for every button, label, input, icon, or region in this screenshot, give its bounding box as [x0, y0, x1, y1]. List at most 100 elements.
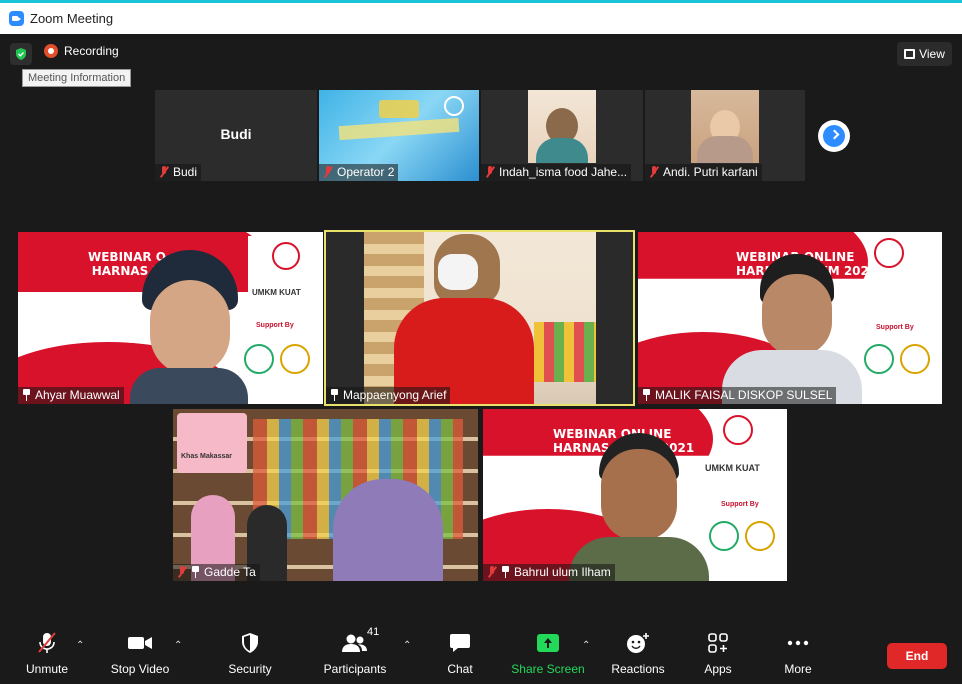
logo-graphic	[444, 96, 464, 116]
video-tile-ahyar[interactable]: WEBINAR O HARNAS U UMKM KUAT Support By A…	[18, 232, 323, 404]
person-silhouette	[697, 136, 753, 163]
arrow-up-icon	[537, 634, 559, 652]
video-tile-indah[interactable]: Indah_isma food Jahe...	[481, 90, 643, 181]
participant-label: Indah_isma food Jahe...	[481, 164, 632, 181]
reaction-emoji-icon	[626, 630, 650, 656]
chat-label: Chat	[447, 662, 473, 676]
participant-label: Andi. Putri karfani	[645, 164, 762, 181]
participants-icon: 41	[341, 626, 379, 656]
security-label: Security	[228, 662, 272, 676]
umkm-text: UMKM KUAT	[705, 463, 760, 473]
meeting-stage: Recording Meeting Information View Budi …	[0, 34, 962, 684]
participant-name: Indah_isma food Jahe...	[499, 165, 628, 179]
video-tile-andi[interactable]: Andi. Putri karfani	[645, 90, 805, 181]
reactions-button[interactable]: Reactions	[608, 622, 668, 684]
record-icon	[44, 44, 58, 58]
participant-name: MALIK FAISAL DISKOP SULSEL	[655, 388, 833, 402]
camera-feed	[364, 232, 596, 404]
person-silhouette	[762, 274, 832, 356]
stop-video-label: Stop Video	[110, 662, 170, 676]
banner-graphic	[379, 100, 419, 118]
stop-video-button[interactable]: Stop Video	[106, 622, 174, 684]
support-text: Support By	[721, 501, 759, 508]
sponsor-logo	[900, 344, 930, 374]
view-button[interactable]: View	[897, 42, 952, 66]
camera-feed	[130, 250, 248, 404]
title-bar: Zoom Meeting	[0, 3, 962, 34]
mic-muted-icon	[159, 166, 169, 178]
grid-view-icon	[904, 49, 916, 59]
mic-muted-icon	[485, 166, 495, 178]
meeting-toolbar: Unmute ⌃ Stop Video ⌃ Security 41 Partic…	[0, 622, 962, 684]
participant-name-center: Budi	[220, 126, 252, 142]
more-button[interactable]: More	[780, 622, 816, 684]
logo-area: UMKM KUAT	[248, 236, 323, 306]
camera-feed	[569, 433, 709, 581]
video-tile-gadde[interactable]: Khas Makassar Gadde Ta	[173, 409, 478, 581]
camera-feed	[528, 90, 596, 163]
meeting-info-button[interactable]	[10, 43, 32, 65]
apps-icon	[708, 630, 728, 656]
support-text: Support By	[256, 322, 294, 329]
apps-label: Apps	[704, 662, 732, 676]
share-screen-icon	[537, 630, 559, 656]
participant-label: Operator 2	[319, 164, 399, 181]
support-text: Support By	[876, 324, 914, 331]
person-silhouette	[536, 138, 588, 163]
view-label: View	[919, 47, 945, 61]
chevron-up-icon[interactable]: ⌃	[582, 640, 590, 651]
end-meeting-button[interactable]: End	[887, 643, 947, 669]
share-screen-button[interactable]: Share Screen	[510, 622, 586, 684]
apps-button[interactable]: Apps	[700, 622, 736, 684]
window-title: Zoom Meeting	[30, 11, 114, 26]
chevron-right-icon	[829, 129, 840, 140]
person-silhouette	[601, 449, 677, 541]
chevron-up-icon[interactable]: ⌃	[174, 640, 182, 651]
sponsor-logo	[244, 344, 274, 374]
mic-muted-icon	[177, 566, 187, 578]
chat-icon	[449, 630, 471, 656]
unmute-button[interactable]: Unmute	[20, 622, 74, 684]
participant-name: Andi. Putri karfani	[663, 165, 758, 179]
participant-label: Ahyar Muawwal	[18, 387, 124, 404]
person-silhouette	[130, 368, 248, 404]
participant-label: MALIK FAISAL DISKOP SULSEL	[638, 387, 837, 404]
security-button[interactable]: Security	[222, 622, 278, 684]
participant-label: Budi	[155, 164, 202, 181]
pin-icon	[330, 389, 339, 401]
video-tile-operator-2[interactable]: Operator 2	[319, 90, 479, 181]
sponsor-logo	[280, 344, 310, 374]
participant-label: Bahrul ulum Ilham	[483, 564, 615, 581]
meeting-info-tooltip: Meeting Information	[22, 69, 132, 87]
chat-button[interactable]: Chat	[440, 622, 480, 684]
person-silhouette	[150, 280, 230, 375]
participants-label: Participants	[323, 662, 387, 676]
video-tile-bahrul[interactable]: WEBINAR ONLINEHARNAS UMKM 2021 UMKM KUAT…	[483, 409, 787, 581]
more-dots-icon	[787, 630, 809, 656]
participant-name: Budi	[173, 165, 198, 179]
banner-graphic	[338, 117, 460, 141]
participants-button[interactable]: 41 Participants	[322, 622, 388, 684]
mic-muted-icon	[36, 630, 58, 656]
participant-name: Mappaenyong Arief	[343, 388, 447, 402]
shelf-graphic	[534, 322, 596, 382]
umkm-text: UMKM KUAT	[252, 288, 301, 297]
sponsor-logo	[709, 521, 739, 551]
video-tile-budi[interactable]: Budi Budi	[155, 90, 317, 181]
video-tile-malik[interactable]: WEBINAR ONLINEHARNAS UMKM 2021 Support B…	[638, 232, 942, 404]
pin-icon	[22, 389, 31, 401]
recording-indicator[interactable]: Recording	[44, 44, 119, 58]
store-sign: Khas Makassar	[177, 413, 247, 473]
participant-name: Bahrul ulum Ilham	[514, 565, 611, 579]
chevron-up-icon[interactable]: ⌃	[403, 640, 411, 651]
shield-icon	[240, 630, 260, 656]
participant-name: Gadde Ta	[204, 565, 256, 579]
participant-label: Mappaenyong Arief	[326, 387, 451, 404]
video-camera-icon	[127, 630, 153, 656]
harnas-logo	[272, 242, 300, 270]
video-tile-mappaenyong[interactable]: Mappaenyong Arief	[324, 230, 635, 406]
mic-muted-icon	[649, 166, 659, 178]
chevron-up-icon[interactable]: ⌃	[76, 640, 84, 651]
harnas-logo	[874, 238, 904, 268]
next-page-button[interactable]	[818, 120, 850, 152]
